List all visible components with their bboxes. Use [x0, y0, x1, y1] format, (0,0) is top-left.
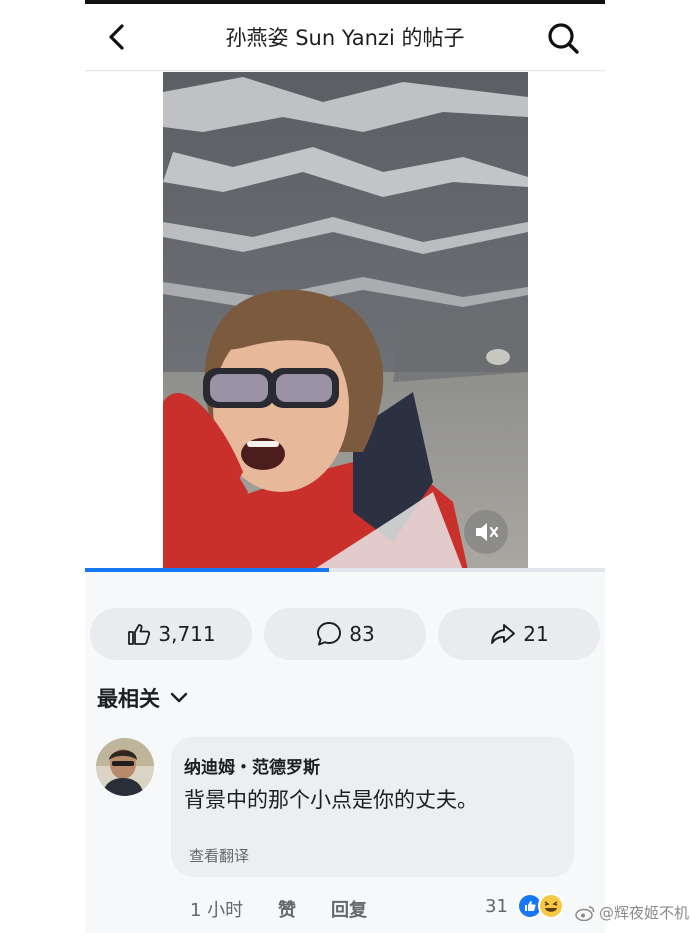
top-bar: 孙燕姿 Sun Yanzi 的帖子 — [85, 4, 605, 71]
share-count: 21 — [523, 622, 549, 646]
watermark: @辉夜姬不机 — [575, 902, 689, 923]
search-button[interactable] — [545, 20, 581, 56]
back-button[interactable] — [103, 22, 133, 52]
comment-button[interactable]: 83 — [264, 608, 426, 660]
chevron-left-icon — [109, 24, 124, 50]
sort-dropdown[interactable]: 最相关 — [97, 683, 188, 713]
share-arrow-icon — [491, 624, 516, 644]
watermark-text: @辉夜姬不机 — [599, 904, 690, 922]
commenter-avatar[interactable] — [96, 738, 154, 796]
sort-label: 最相关 — [97, 687, 160, 711]
like-count: 3,711 — [158, 622, 216, 646]
post-actions: 3,711 83 21 — [85, 608, 605, 664]
comment-like-button[interactable]: 赞 — [278, 896, 296, 922]
see-translation-link[interactable]: 查看翻译 — [189, 845, 249, 866]
post-media — [85, 72, 605, 572]
video-frame-image — [163, 72, 528, 570]
mute-button[interactable] — [464, 510, 508, 554]
thumbs-up-icon — [128, 624, 151, 645]
speaker-muted-icon — [476, 523, 499, 541]
reaction-icons[interactable] — [517, 892, 565, 920]
video-progress-fill — [85, 568, 330, 572]
avatar-image — [96, 738, 154, 796]
like-button[interactable]: 3,711 — [90, 608, 252, 660]
comment-bubble: 纳迪姆・范德罗斯 背景中的那个小点是你的丈夫。 查看翻译 — [171, 737, 574, 877]
reaction-laugh-icon — [538, 893, 564, 919]
comment-count: 83 — [349, 622, 375, 646]
page-title: 孙燕姿 Sun Yanzi 的帖子 — [225, 26, 465, 50]
video-progress-bar[interactable] — [85, 568, 605, 572]
chevron-down-icon — [170, 692, 188, 703]
comment-time: 1 小时 — [190, 900, 244, 921]
search-icon — [548, 23, 579, 54]
comment-text: 背景中的那个小点是你的丈夫。 — [184, 788, 478, 812]
video-player[interactable] — [163, 72, 528, 570]
comment-reply-button[interactable]: 回复 — [331, 896, 367, 922]
share-button[interactable]: 21 — [438, 608, 600, 660]
reaction-count: 31 — [485, 896, 508, 917]
comment-bubble-icon — [317, 622, 342, 646]
weibo-logo-icon — [575, 905, 595, 921]
comment-author[interactable]: 纳迪姆・范德罗斯 — [184, 753, 320, 778]
